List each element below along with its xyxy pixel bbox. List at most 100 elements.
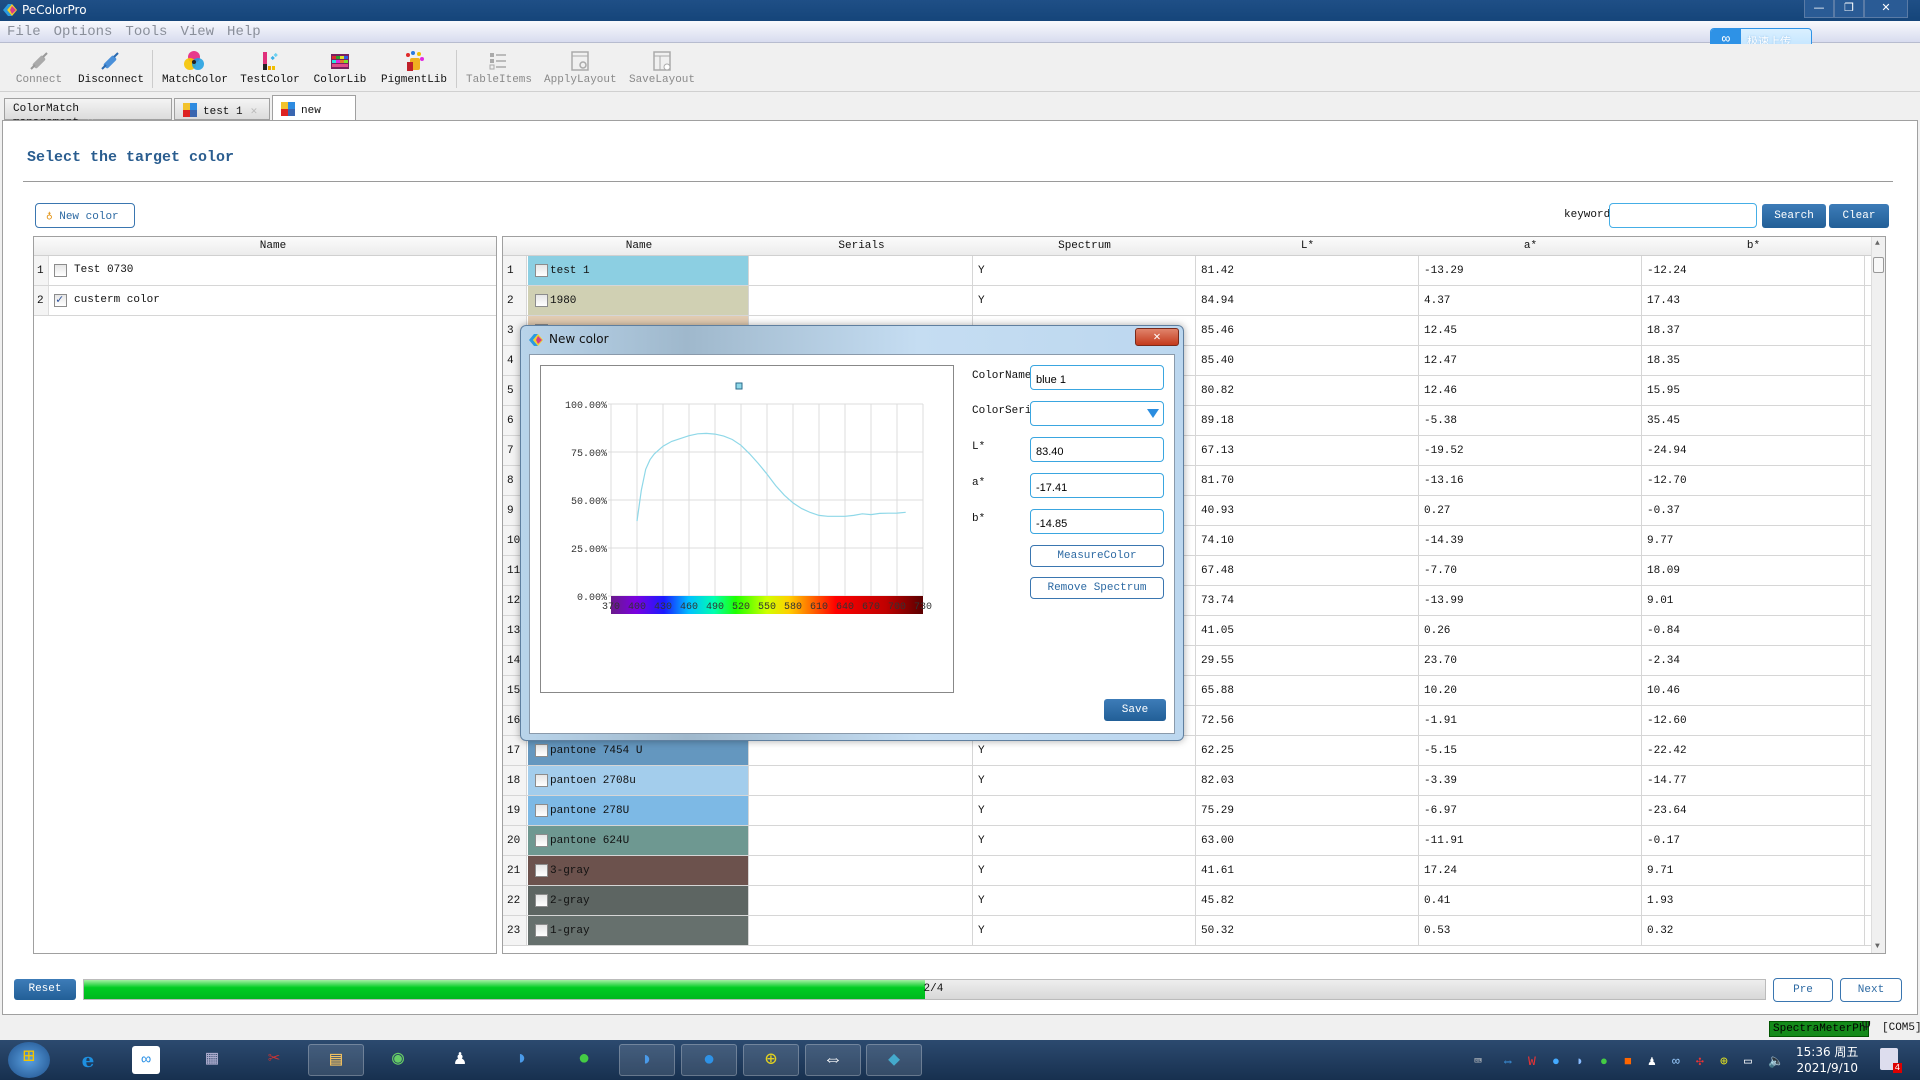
teamviewer-icon[interactable]: ⇔ <box>805 1044 861 1076</box>
row-checkbox[interactable] <box>54 264 67 277</box>
testcolor-button[interactable]: TestColor <box>238 46 302 90</box>
clock[interactable]: 15:36 周五 2021/9/10 <box>1796 1044 1858 1076</box>
scroll-up-icon[interactable]: ▲ <box>1875 239 1880 248</box>
l-input[interactable] <box>1030 437 1164 462</box>
menu-tools[interactable]: Tools <box>118 21 173 40</box>
calculator-icon[interactable]: ▦ <box>194 1044 230 1076</box>
cloud-drive-icon[interactable]: ∞ <box>132 1046 160 1074</box>
snipping-tool-icon[interactable]: ✂ <box>256 1044 292 1076</box>
wifi-app-icon[interactable]: ◗ <box>619 1044 675 1076</box>
savelayout-button[interactable]: SaveLayout <box>628 46 696 90</box>
x-tick-label: 430 <box>654 602 672 613</box>
column-header-serials[interactable]: Serials <box>750 240 973 252</box>
color-series-select[interactable] <box>1030 401 1164 426</box>
pre-button[interactable]: Pre <box>1773 978 1833 1002</box>
row-checkbox[interactable] <box>535 264 548 277</box>
menu-options[interactable]: Options <box>47 21 119 40</box>
table-scrollbar[interactable]: ▲ ▼ <box>1871 237 1885 953</box>
row-checkbox[interactable] <box>535 924 548 937</box>
qq-icon[interactable]: ♟ <box>442 1044 478 1076</box>
matchcolor-button[interactable]: MatchColor <box>162 46 228 90</box>
pecolorpro-icon[interactable]: ◆ <box>866 1044 922 1076</box>
media-tray-icon[interactable]: ■ <box>1624 1054 1632 1069</box>
tab-new[interactable]: new <box>272 95 356 120</box>
maximize-button[interactable]: ❐ <box>1834 0 1864 18</box>
cloud-tray-icon[interactable]: ∞ <box>1672 1054 1680 1069</box>
wechat-icon[interactable]: ● <box>566 1044 602 1076</box>
column-header-spectrum[interactable]: Spectrum <box>973 240 1196 252</box>
list-item[interactable]: 1 Test 0730 <box>34 256 496 286</box>
dingtalk-icon[interactable]: ● <box>681 1044 737 1076</box>
tab-colormatch-management[interactable]: ColorMatch management✕ <box>4 98 172 129</box>
menu-view[interactable]: View <box>173 21 220 40</box>
scrollbar-thumb[interactable] <box>1873 257 1884 273</box>
dingtalk-tray-icon[interactable]: ● <box>1552 1054 1560 1069</box>
file-explorer-icon[interactable]: ▤ <box>308 1044 364 1076</box>
column-header-name[interactable]: Name <box>50 240 496 252</box>
connect-button[interactable]: Connect <box>14 46 64 90</box>
column-header-l[interactable]: L* <box>1196 240 1419 252</box>
qq-tray-icon[interactable]: ♟ <box>1648 1054 1656 1069</box>
network-icon[interactable]: ▭ <box>1744 1054 1752 1069</box>
new-color-button[interactable]: ♁ New color <box>35 203 135 228</box>
teamviewer-tray-icon[interactable]: ⇔ <box>1504 1054 1512 1069</box>
row-checkbox[interactable] <box>535 804 548 817</box>
remove-spectrum-button[interactable]: Remove Spectrum <box>1030 577 1164 599</box>
measure-color-button[interactable]: MeasureColor <box>1030 545 1164 567</box>
pigmentlib-button[interactable]: PigmentLib <box>380 46 448 90</box>
ie-browser-icon[interactable]: e <box>70 1044 106 1076</box>
360-browser-icon[interactable]: ◉ <box>380 1044 416 1076</box>
next-button[interactable]: Next <box>1840 978 1902 1002</box>
disconnect-button[interactable]: Disconnect <box>78 46 144 90</box>
list-item[interactable]: 2 custerm color <box>34 286 496 316</box>
b-input[interactable] <box>1030 509 1164 534</box>
table-row[interactable]: 1 test 1 Y 81.42 -13.29 -12.24 <box>503 256 1885 286</box>
minimize-button[interactable]: — <box>1804 0 1834 18</box>
row-checkbox[interactable] <box>535 894 548 907</box>
windows-start-icon[interactable]: ⊞ <box>8 1042 50 1078</box>
wps-icon[interactable]: W <box>1528 1054 1536 1069</box>
wifi-tray-icon[interactable]: ◗ <box>1576 1054 1584 1069</box>
row-checkbox-checked[interactable] <box>54 292 67 307</box>
wechat-tray-icon[interactable]: ● <box>1600 1054 1608 1069</box>
tab-close-icon[interactable]: ✕ <box>251 106 258 118</box>
volume-icon[interactable]: 🔈 <box>1768 1054 1784 1069</box>
wifi-app-icon[interactable]: ◗ <box>504 1044 540 1076</box>
colorlib-button[interactable]: ColorLib <box>312 46 368 90</box>
dialog-close-button[interactable]: ✕ <box>1135 328 1179 346</box>
search-button[interactable]: Search <box>1762 204 1826 228</box>
row-checkbox[interactable] <box>535 864 548 877</box>
row-checkbox[interactable] <box>535 744 548 757</box>
table-row[interactable]: 22 2-gray Y 45.82 0.41 1.93 <box>503 886 1885 916</box>
menu-file[interactable]: File <box>0 21 47 40</box>
tableitems-button[interactable]: TableItems <box>466 46 532 90</box>
plus-tray-icon[interactable]: ⊕ <box>1720 1054 1728 1069</box>
scroll-down-icon[interactable]: ▼ <box>1875 942 1880 951</box>
tab-test-1[interactable]: test 1 ✕ <box>174 98 270 120</box>
row-checkbox[interactable] <box>535 834 548 847</box>
action-center-icon[interactable]: 4 <box>1880 1048 1902 1073</box>
plus-app-icon[interactable]: ⊕ <box>743 1044 799 1076</box>
row-checkbox[interactable] <box>535 774 548 787</box>
color-name-input[interactable] <box>1030 365 1164 390</box>
keyword-input[interactable] <box>1609 203 1757 228</box>
clear-button[interactable]: Clear <box>1829 204 1889 228</box>
table-row[interactable]: 21 3-gray Y 41.61 17.24 9.71 <box>503 856 1885 886</box>
reset-button[interactable]: Reset <box>14 979 76 1000</box>
close-window-button[interactable]: ✕ <box>1864 0 1908 18</box>
network-app-tray-icon[interactable]: ✣ <box>1696 1054 1704 1069</box>
table-row[interactable]: 23 1-gray Y 50.32 0.53 0.32 <box>503 916 1885 946</box>
table-row[interactable]: 19 pantone 278U Y 75.29 -6.97 -23.64 <box>503 796 1885 826</box>
row-checkbox[interactable] <box>535 294 548 307</box>
column-header-name[interactable]: Name <box>528 240 750 252</box>
table-row[interactable]: 2 1980 Y 84.94 4.37 17.43 <box>503 286 1885 316</box>
applylayout-button[interactable]: ApplyLayout <box>544 46 617 90</box>
column-header-b[interactable]: b* <box>1642 240 1865 252</box>
a-input[interactable] <box>1030 473 1164 498</box>
table-row[interactable]: 20 pantone 624U Y 63.00 -11.91 -0.17 <box>503 826 1885 856</box>
table-row[interactable]: 18 pantoen 2708u Y 82.03 -3.39 -14.77 <box>503 766 1885 796</box>
save-button[interactable]: Save <box>1104 699 1166 721</box>
keyboard-icon[interactable]: ⌨ <box>1474 1054 1482 1069</box>
menu-help[interactable]: Help <box>220 21 267 40</box>
column-header-a[interactable]: a* <box>1419 240 1642 252</box>
